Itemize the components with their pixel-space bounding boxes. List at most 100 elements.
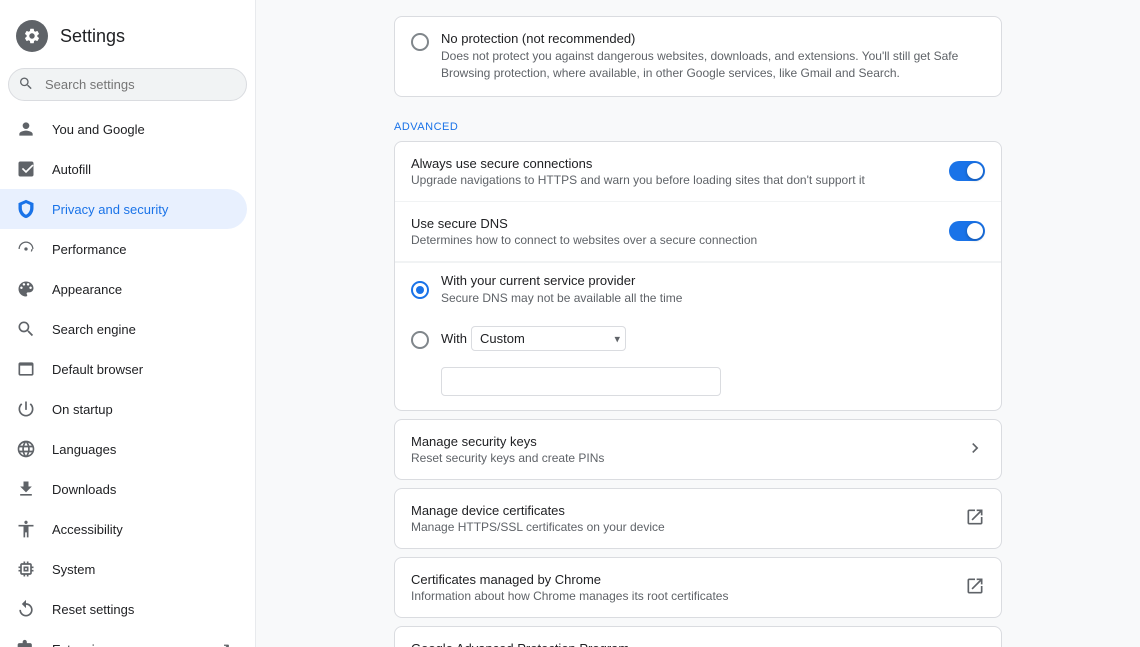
dns-current-provider-desc: Secure DNS may not be available all the …: [441, 290, 682, 307]
use-secure-dns-desc: Determines how to connect to websites ov…: [411, 233, 949, 247]
manage-security-keys-row[interactable]: Manage security keys Reset security keys…: [395, 420, 1001, 479]
performance-icon: [16, 239, 36, 259]
manage-device-certs-text: Manage device certificates Manage HTTPS/…: [411, 503, 957, 534]
external-link-icon: ↗: [218, 639, 231, 647]
dns-options-section: With your current service provider Secur…: [395, 262, 1001, 411]
google-advanced-protection-card: Google Advanced Protection Program Safeg…: [394, 626, 1002, 647]
no-protection-title: No protection (not recommended): [441, 31, 985, 46]
shield-icon: [16, 199, 36, 219]
dns-custom-row[interactable]: With Custom Google (Public DNS) Cloudfla…: [411, 316, 985, 361]
external-link-managed-icon: [965, 576, 985, 599]
always-use-https-title: Always use secure connections: [411, 156, 949, 171]
sidebar-label-search-engine: Search engine: [52, 322, 231, 337]
sidebar-item-system[interactable]: System: [0, 549, 247, 589]
no-protection-radio[interactable]: [411, 33, 429, 51]
no-protection-card: No protection (not recommended) Does not…: [394, 16, 1002, 97]
manage-security-keys-text: Manage security keys Reset security keys…: [411, 434, 957, 465]
appearance-icon: [16, 279, 36, 299]
certs-managed-chrome-text: Certificates managed by Chrome Informati…: [411, 572, 957, 603]
sidebar-item-search-engine[interactable]: Search engine: [0, 309, 247, 349]
sidebar-item-appearance[interactable]: Appearance: [0, 269, 247, 309]
sidebar-label-reset-settings: Reset settings: [52, 602, 231, 617]
use-secure-dns-toggle[interactable]: [949, 221, 985, 241]
sidebar-label-extensions: Extensions: [52, 642, 116, 647]
system-icon: [16, 559, 36, 579]
dns-input-row: [411, 361, 985, 396]
manage-device-certs-card: Manage device certificates Manage HTTPS/…: [394, 488, 1002, 549]
certs-managed-chrome-row[interactable]: Certificates managed by Chrome Informati…: [395, 558, 1001, 617]
sidebar-item-languages[interactable]: Languages: [0, 429, 247, 469]
sidebar-item-you-and-google[interactable]: You and Google: [0, 109, 247, 149]
sidebar-item-reset-settings[interactable]: Reset settings: [0, 589, 247, 629]
sidebar-item-downloads[interactable]: Downloads: [0, 469, 247, 509]
manage-security-keys-card: Manage security keys Reset security keys…: [394, 419, 1002, 480]
accessibility-icon: [16, 519, 36, 539]
sidebar-label-privacy-security: Privacy and security: [52, 202, 231, 217]
no-protection-desc: Does not protect you against dangerous w…: [441, 48, 985, 82]
search-engine-icon: [16, 319, 36, 339]
sidebar-label-default-browser: Default browser: [52, 362, 231, 377]
no-protection-text: No protection (not recommended) Does not…: [441, 31, 985, 82]
no-protection-option[interactable]: No protection (not recommended) Does not…: [395, 17, 1001, 96]
use-secure-dns-title: Use secure DNS: [411, 216, 949, 231]
manage-security-keys-title: Manage security keys: [411, 434, 957, 449]
manage-device-certs-title: Manage device certificates: [411, 503, 957, 518]
certs-managed-chrome-card: Certificates managed by Chrome Informati…: [394, 557, 1002, 618]
dns-current-provider-row[interactable]: With your current service provider Secur…: [411, 263, 985, 317]
app-title: Settings: [60, 26, 125, 47]
search-bar[interactable]: [8, 68, 247, 101]
external-link-certs-icon: [965, 507, 985, 530]
main-content: No protection (not recommended) Does not…: [256, 0, 1140, 647]
google-advanced-protection-row[interactable]: Google Advanced Protection Program Safeg…: [395, 627, 1001, 647]
google-advanced-protection-title: Google Advanced Protection Program: [411, 641, 957, 647]
extensions-icon: [16, 639, 36, 647]
always-use-https-row[interactable]: Always use secure connections Upgrade na…: [395, 142, 1001, 202]
sidebar-label-you-and-google: You and Google: [52, 122, 231, 137]
reset-icon: [16, 599, 36, 619]
languages-icon: [16, 439, 36, 459]
sidebar-item-performance[interactable]: Performance: [0, 229, 247, 269]
use-secure-dns-text: Use secure DNS Determines how to connect…: [411, 216, 949, 247]
sidebar-label-system: System: [52, 562, 231, 577]
certs-managed-chrome-desc: Information about how Chrome manages its…: [411, 589, 957, 603]
browser-icon: [16, 359, 36, 379]
sidebar-item-autofill[interactable]: Autofill: [0, 149, 247, 189]
dns-custom-select-wrap[interactable]: Custom Google (Public DNS) Cloudflare (1…: [471, 326, 626, 351]
sidebar-label-autofill: Autofill: [52, 162, 231, 177]
search-input[interactable]: [8, 68, 247, 101]
always-use-https-text: Always use secure connections Upgrade na…: [411, 156, 949, 187]
sidebar-label-accessibility: Accessibility: [52, 522, 231, 537]
certs-managed-chrome-title: Certificates managed by Chrome: [411, 572, 957, 587]
chevron-right-icon: [965, 438, 985, 461]
google-advanced-protection-text: Google Advanced Protection Program Safeg…: [411, 641, 957, 647]
sidebar-label-downloads: Downloads: [52, 482, 231, 497]
person-icon: [16, 119, 36, 139]
settings-app-icon: [16, 20, 48, 52]
sidebar-item-default-browser[interactable]: Default browser: [0, 349, 247, 389]
sidebar-label-performance: Performance: [52, 242, 231, 257]
downloads-icon: [16, 479, 36, 499]
sidebar-item-accessibility[interactable]: Accessibility: [0, 509, 247, 549]
dns-current-provider-title: With your current service provider: [441, 273, 682, 288]
advanced-section-label: Advanced: [394, 105, 1002, 141]
use-secure-dns-section: Use secure DNS Determines how to connect…: [395, 202, 1001, 411]
manage-device-certs-row[interactable]: Manage device certificates Manage HTTPS/…: [395, 489, 1001, 548]
manage-security-keys-desc: Reset security keys and create PINs: [411, 451, 957, 465]
sidebar-item-privacy-security[interactable]: Privacy and security: [0, 189, 247, 229]
dns-custom-input[interactable]: [441, 367, 721, 396]
always-use-https-desc: Upgrade navigations to HTTPS and warn yo…: [411, 173, 949, 187]
search-icon: [18, 75, 34, 94]
always-use-https-toggle[interactable]: [949, 161, 985, 181]
dns-current-provider-radio[interactable]: [411, 281, 429, 299]
autofill-icon: [16, 159, 36, 179]
advanced-settings-card: Always use secure connections Upgrade na…: [394, 141, 1002, 412]
dns-custom-radio[interactable]: [411, 331, 429, 349]
sidebar: Settings You and Google Autofill Privacy…: [0, 0, 256, 647]
sidebar-header: Settings: [0, 8, 255, 68]
dns-custom-select[interactable]: Custom Google (Public DNS) Cloudflare (1…: [471, 326, 626, 351]
sidebar-item-on-startup[interactable]: On startup: [0, 389, 247, 429]
dns-custom-wrap: With Custom Google (Public DNS) Cloudfla…: [441, 326, 626, 351]
sidebar-item-extensions[interactable]: Extensions ↗: [0, 629, 247, 647]
sidebar-label-appearance: Appearance: [52, 282, 231, 297]
use-secure-dns-row[interactable]: Use secure DNS Determines how to connect…: [395, 202, 1001, 262]
